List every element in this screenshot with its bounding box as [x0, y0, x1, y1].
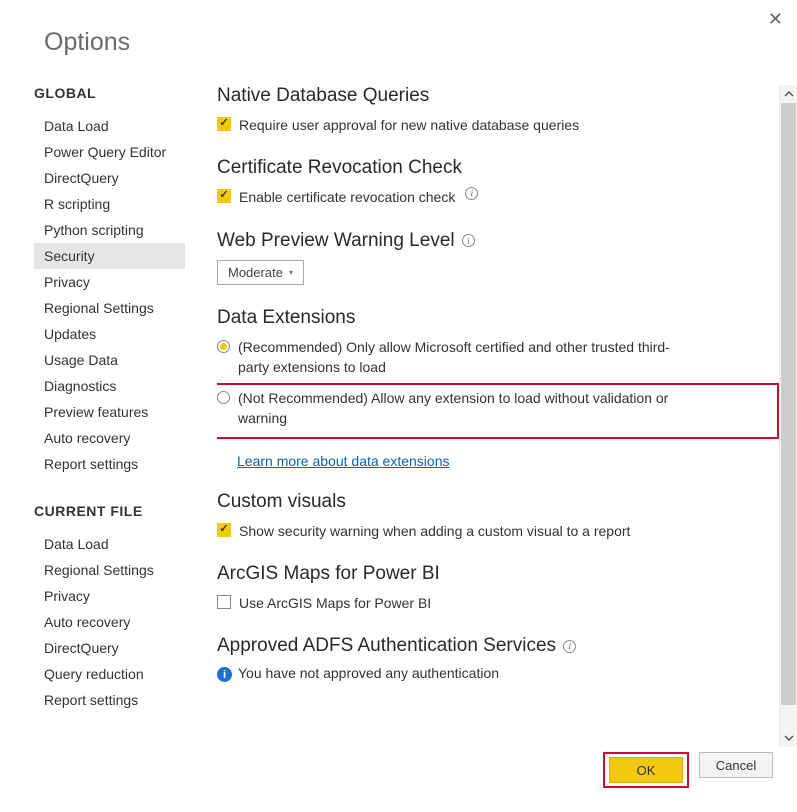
chevron-down-icon: ▾ [289, 268, 293, 277]
close-button[interactable]: ✕ [768, 10, 783, 28]
sidebar-item-power-query-editor[interactable]: Power Query Editor [34, 139, 185, 165]
label-data-ext-not-recommended: (Not Recommended) Allow any extension to… [238, 388, 708, 429]
scroll-down-icon[interactable] [780, 729, 797, 747]
dropdown-value: Moderate [228, 265, 283, 280]
section-title-web-preview: Web Preview Warning Level i [217, 230, 779, 252]
adfs-info-text: You have not approved any authentication [238, 665, 499, 681]
dialog-title: Options [0, 0, 797, 57]
checkbox-native-db[interactable]: ✓ [217, 117, 231, 131]
label-native-db: Require user approval for new native dat… [239, 115, 579, 135]
section-data-extensions: Data Extensions (Recommended) Only allow… [217, 307, 779, 469]
sidebar-item-cf-directquery[interactable]: DirectQuery [34, 635, 185, 661]
dialog-content: GLOBAL Data Load Power Query Editor Dire… [0, 85, 797, 747]
section-custom-visuals: Custom visuals ✓ Show security warning w… [217, 491, 779, 541]
sidebar-section-current-file: CURRENT FILE Data Load Regional Settings… [34, 503, 185, 713]
scroll-area: Native Database Queries ✓ Require user a… [217, 85, 779, 747]
section-web-preview: Web Preview Warning Level i Moderate ▾ [217, 230, 779, 285]
sidebar-item-cf-auto-recovery[interactable]: Auto recovery [34, 609, 185, 635]
sidebar: GLOBAL Data Load Power Query Editor Dire… [0, 85, 185, 747]
checkbox-arcgis[interactable] [217, 595, 231, 609]
sidebar-item-auto-recovery[interactable]: Auto recovery [34, 425, 185, 451]
sidebar-item-cf-privacy[interactable]: Privacy [34, 583, 185, 609]
label-data-ext-recommended: (Recommended) Only allow Microsoft certi… [238, 337, 698, 378]
sidebar-item-regional-settings[interactable]: Regional Settings [34, 295, 185, 321]
highlight-ok: OK [603, 752, 689, 788]
label-custom-visuals: Show security warning when adding a cust… [239, 521, 630, 541]
sidebar-section-global: GLOBAL Data Load Power Query Editor Dire… [34, 85, 185, 477]
scroll-up-icon[interactable] [780, 85, 797, 103]
radio-data-ext-recommended[interactable] [217, 340, 230, 353]
ok-button[interactable]: OK [609, 757, 683, 783]
close-icon: ✕ [768, 9, 783, 29]
checkbox-cert-revocation[interactable]: ✓ [217, 189, 231, 203]
section-cert-revocation: Certificate Revocation Check ✓ Enable ce… [217, 157, 779, 207]
cancel-button[interactable]: Cancel [699, 752, 773, 778]
sidebar-item-cf-regional-settings[interactable]: Regional Settings [34, 557, 185, 583]
section-title-adfs: Approved ADFS Authentication Services i [217, 635, 779, 657]
label-cert-revocation: Enable certificate revocation check [239, 187, 455, 207]
options-dialog: ✕ Options GLOBAL Data Load Power Query E… [0, 0, 797, 812]
info-icon[interactable]: i [563, 640, 576, 653]
sidebar-header-current-file: CURRENT FILE [34, 503, 185, 519]
info-icon: i [217, 667, 232, 682]
section-title-native-db: Native Database Queries [217, 85, 779, 107]
main-panel: Native Database Queries ✓ Require user a… [185, 85, 797, 747]
section-title-data-extensions: Data Extensions [217, 307, 779, 329]
dialog-footer: OK Cancel [603, 752, 773, 788]
sidebar-item-preview-features[interactable]: Preview features [34, 399, 185, 425]
scrollbar-thumb[interactable] [781, 103, 796, 705]
sidebar-item-directquery[interactable]: DirectQuery [34, 165, 185, 191]
highlight-not-recommended: (Not Recommended) Allow any extension to… [217, 383, 779, 439]
section-native-db-queries: Native Database Queries ✓ Require user a… [217, 85, 779, 135]
section-title-arcgis: ArcGIS Maps for Power BI [217, 563, 779, 585]
sidebar-header-global: GLOBAL [34, 85, 185, 101]
checkbox-custom-visuals[interactable]: ✓ [217, 523, 231, 537]
section-arcgis: ArcGIS Maps for Power BI Use ArcGIS Maps… [217, 563, 779, 613]
section-title-cert-revocation: Certificate Revocation Check [217, 157, 779, 179]
label-arcgis: Use ArcGIS Maps for Power BI [239, 593, 431, 613]
sidebar-item-report-settings[interactable]: Report settings [34, 451, 185, 477]
sidebar-item-data-load[interactable]: Data Load [34, 113, 185, 139]
sidebar-item-security[interactable]: Security [34, 243, 185, 269]
sidebar-item-updates[interactable]: Updates [34, 321, 185, 347]
scrollbar[interactable] [779, 85, 797, 747]
dropdown-web-preview[interactable]: Moderate ▾ [217, 260, 304, 285]
sidebar-item-cf-report-settings[interactable]: Report settings [34, 687, 185, 713]
sidebar-item-r-scripting[interactable]: R scripting [34, 191, 185, 217]
info-icon[interactable]: i [462, 234, 475, 247]
radio-data-ext-not-recommended[interactable] [217, 391, 230, 404]
section-adfs: Approved ADFS Authentication Services i … [217, 635, 779, 682]
sidebar-item-cf-query-reduction[interactable]: Query reduction [34, 661, 185, 687]
link-learn-more-data-extensions[interactable]: Learn more about data extensions [237, 453, 449, 469]
sidebar-item-cf-data-load[interactable]: Data Load [34, 531, 185, 557]
sidebar-item-privacy[interactable]: Privacy [34, 269, 185, 295]
info-icon[interactable]: i [465, 187, 478, 200]
sidebar-item-python-scripting[interactable]: Python scripting [34, 217, 185, 243]
sidebar-item-usage-data[interactable]: Usage Data [34, 347, 185, 373]
section-title-custom-visuals: Custom visuals [217, 491, 779, 513]
sidebar-item-diagnostics[interactable]: Diagnostics [34, 373, 185, 399]
